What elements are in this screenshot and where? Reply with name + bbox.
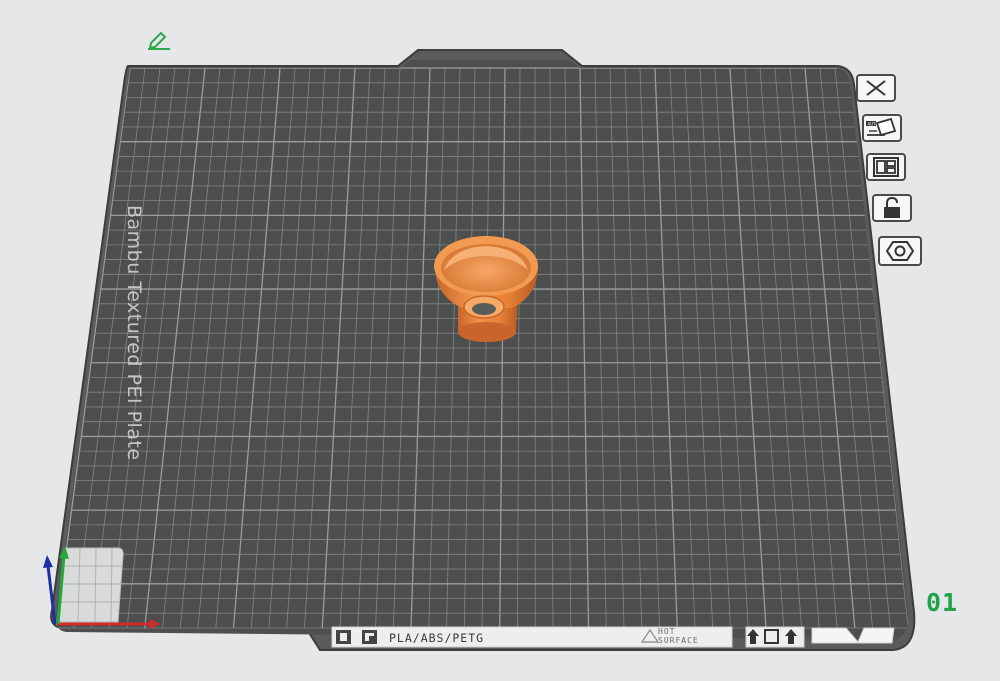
arrange-button[interactable] [866, 153, 906, 181]
corner-grid-widget [57, 547, 124, 623]
pencil-icon[interactable] [146, 30, 172, 50]
close-plate-button[interactable] [856, 74, 896, 102]
lock-icon [884, 197, 900, 218]
build-plate-surface[interactable] [40, 60, 940, 660]
lock-plate-button[interactable] [872, 194, 912, 222]
hexagon-nut-icon [886, 241, 914, 261]
auto-orient-button[interactable]: AUTO [862, 114, 902, 142]
hot-surface-line-1: HOT [658, 627, 676, 636]
material-compatibility-text: PLA/ABS/PETG [389, 631, 485, 645]
plate-settings-button[interactable] [878, 236, 922, 266]
plate-number[interactable]: 01 [926, 588, 958, 617]
arrange-icon [873, 157, 899, 177]
plate-name-label: Bambu Textured PEI Plate [123, 205, 145, 461]
hot-surface-warning: HOT SURFACE [658, 627, 699, 645]
hot-surface-line-2: SURFACE [658, 636, 699, 645]
auto-orient-icon: AUTO [866, 117, 897, 137]
close-icon [866, 80, 886, 96]
3d-viewport[interactable] [0, 0, 1000, 681]
